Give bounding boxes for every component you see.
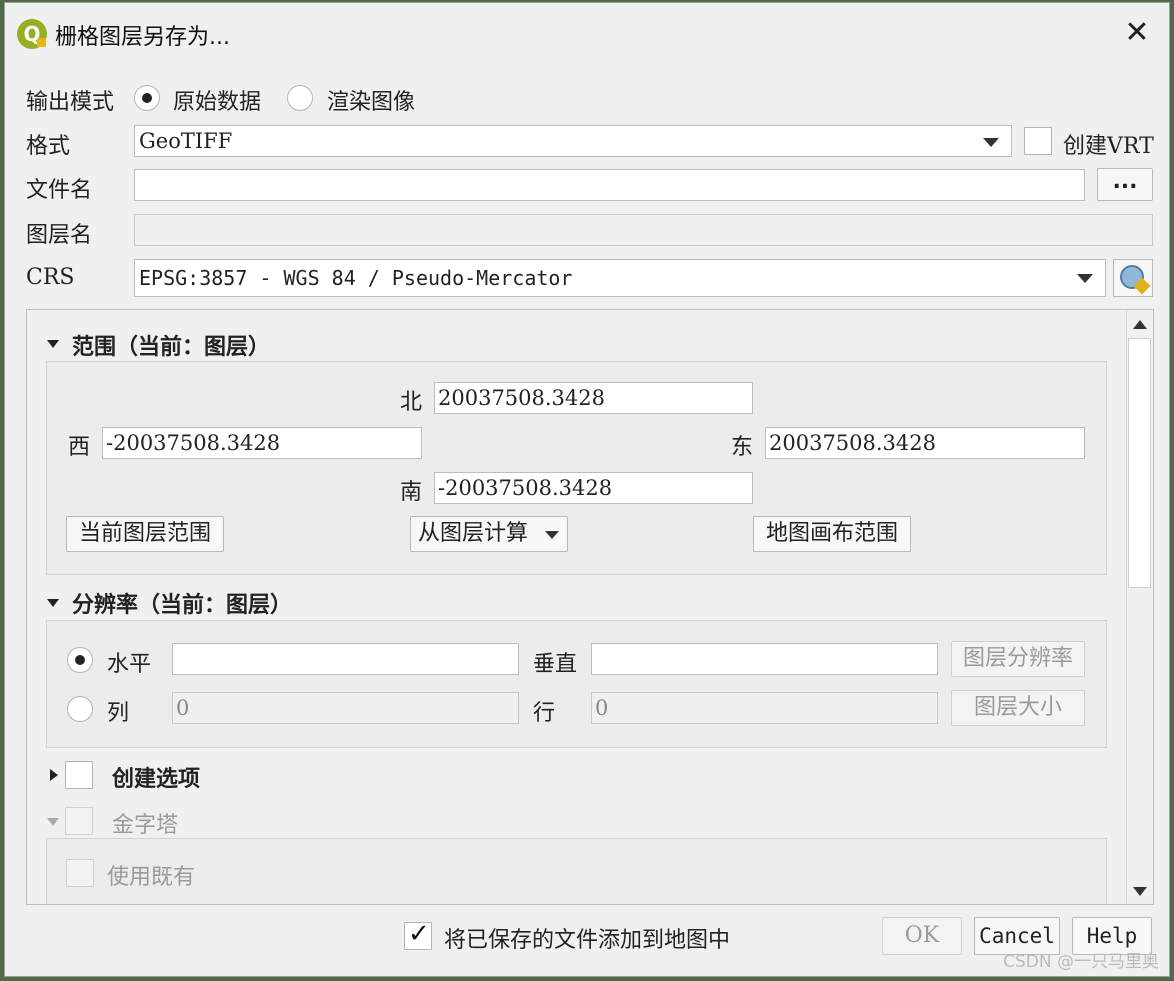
- horizontal-vertical-radio[interactable]: [67, 647, 93, 673]
- create-vrt-checkbox[interactable]: [1024, 127, 1052, 155]
- filename-label: 文件名: [26, 178, 93, 203]
- collapse-arrow-icon[interactable]: [47, 340, 59, 348]
- pyramids-checkbox[interactable]: [65, 807, 93, 835]
- calc-from-layer-label: 从图层计算: [418, 521, 529, 546]
- rows-input[interactable]: 0: [591, 692, 938, 724]
- scroll-up-icon[interactable]: [1133, 320, 1147, 329]
- ok-button[interactable]: OK: [882, 917, 962, 955]
- calc-from-layer-button[interactable]: 从图层计算: [410, 516, 568, 552]
- save-raster-dialog: Q 栅格图层另存为... ✕ 输出模式 原始数据 渲染图像 格式 GeoTIFF…: [4, 2, 1170, 977]
- format-combo[interactable]: GeoTIFF: [134, 125, 1012, 157]
- format-value: GeoTIFF: [139, 129, 233, 153]
- collapse-arrow-icon[interactable]: [47, 599, 59, 607]
- create-options-heading[interactable]: 创建选项: [112, 761, 200, 793]
- north-input[interactable]: 20037508.3428: [434, 382, 753, 414]
- scroll-down-icon[interactable]: [1133, 887, 1147, 896]
- horizontal-input[interactable]: [172, 643, 519, 675]
- pyramids-group: 使用既有: [46, 838, 1107, 904]
- add-to-map-label: 将已保存的文件添加到地图中: [444, 928, 731, 953]
- add-to-map-checkbox[interactable]: ✓: [404, 919, 432, 950]
- columns-input[interactable]: 0: [172, 692, 519, 724]
- layername-label: 图层名: [26, 223, 93, 248]
- collapse-arrow-icon: [47, 818, 59, 826]
- close-button[interactable]: ✕: [1115, 13, 1159, 53]
- vertical-input[interactable]: [591, 643, 938, 675]
- pyramids-heading: 金字塔: [112, 813, 179, 838]
- window-title: 栅格图层另存为...: [55, 25, 230, 50]
- extent-heading[interactable]: 范围（当前：图层）: [72, 329, 270, 361]
- rendered-image-radio[interactable]: [287, 85, 313, 111]
- output-mode-label: 输出模式: [26, 90, 115, 115]
- layer-size-button[interactable]: 图层大小: [951, 690, 1085, 726]
- west-input[interactable]: -20037508.3428: [102, 427, 422, 459]
- qgis-logo-icon: Q: [17, 19, 47, 49]
- crs-combo[interactable]: EPSG:3857 - WGS 84 / Pseudo-Mercator: [134, 259, 1106, 297]
- map-canvas-extent-button[interactable]: 地图画布范围: [753, 516, 911, 552]
- chevron-down-icon: [1077, 274, 1093, 283]
- crs-value: EPSG:3857 - WGS 84 / Pseudo-Mercator: [139, 266, 573, 290]
- resolution-group: 水平 垂直 图层分辨率 列 0 行 0 图层大小: [46, 620, 1107, 748]
- create-vrt-label: 创建VRT: [1063, 134, 1154, 159]
- chevron-down-icon: [983, 138, 999, 147]
- south-input[interactable]: -20037508.3428: [434, 472, 753, 504]
- format-label: 格式: [26, 134, 71, 159]
- options-scroll-panel[interactable]: 范围（当前：图层） 北 20037508.3428 西 -20037508.34…: [26, 309, 1154, 905]
- extent-group: 北 20037508.3428 西 -20037508.3428 东 20037…: [46, 361, 1107, 575]
- east-label: 东: [731, 435, 754, 460]
- watermark: CSDN @一只马里奥: [1003, 952, 1159, 972]
- scrollbar-thumb[interactable]: [1128, 338, 1151, 588]
- rows-label: 行: [533, 701, 556, 726]
- filename-input[interactable]: [134, 169, 1085, 201]
- use-existing-checkbox[interactable]: [66, 859, 94, 887]
- crs-label: CRS: [26, 265, 75, 290]
- vertical-scrollbar[interactable]: [1126, 310, 1153, 904]
- layername-input[interactable]: [134, 214, 1153, 246]
- resolution-heading[interactable]: 分辨率（当前：图层）: [72, 587, 292, 619]
- west-label: 西: [68, 435, 91, 460]
- rendered-image-label: 渲染图像: [327, 90, 416, 115]
- expand-arrow-icon[interactable]: [50, 769, 58, 781]
- raw-data-radio[interactable]: [134, 85, 160, 111]
- chevron-down-icon: [545, 531, 559, 539]
- use-existing-label: 使用既有: [107, 865, 196, 890]
- vertical-label: 垂直: [533, 652, 578, 677]
- title-bar: Q 栅格图层另存为... ✕: [5, 3, 1169, 61]
- browse-button[interactable]: ...: [1097, 168, 1153, 201]
- raw-data-label: 原始数据: [173, 90, 262, 115]
- east-input[interactable]: 20037508.3428: [765, 427, 1085, 459]
- current-layer-extent-button[interactable]: 当前图层范围: [66, 516, 224, 552]
- crs-select-button[interactable]: [1113, 259, 1153, 297]
- horizontal-label: 水平: [107, 652, 152, 677]
- create-options-checkbox[interactable]: [65, 761, 93, 789]
- layer-resolution-button[interactable]: 图层分辨率: [951, 641, 1085, 677]
- north-label: 北: [400, 390, 423, 415]
- columns-label: 列: [107, 701, 130, 726]
- columns-rows-radio[interactable]: [67, 696, 93, 722]
- check-icon: ✓: [408, 919, 430, 949]
- south-label: 南: [400, 480, 423, 505]
